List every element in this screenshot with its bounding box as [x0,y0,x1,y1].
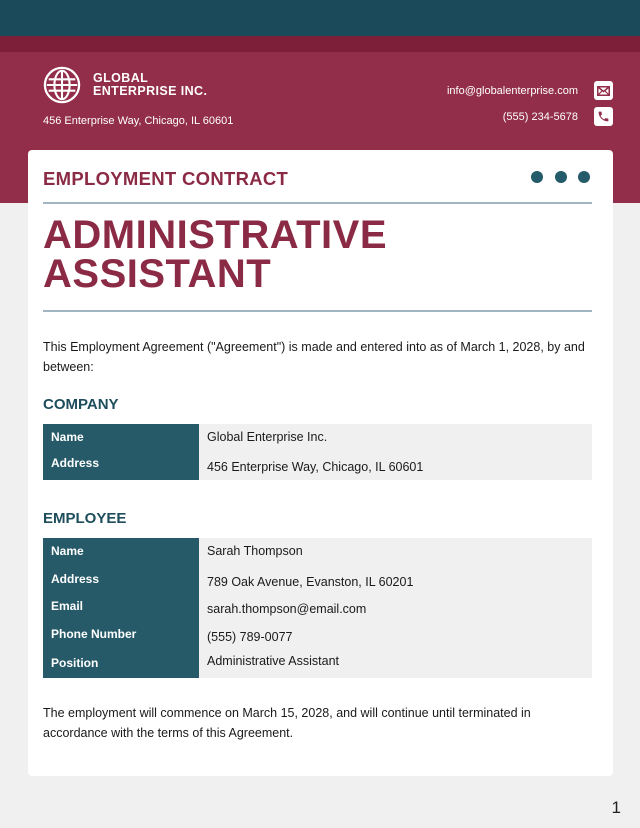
phone-icon [594,107,613,126]
label-column: Name Address Email Phone Number Position [43,538,199,678]
row-label: Phone Number [51,626,137,641]
accent-color-band [0,36,640,52]
decorative-dots [531,171,602,183]
row-label: Name [51,430,84,444]
value-column: Sarah Thompson 789 Oak Avenue, Evanston,… [199,538,592,678]
divider [43,202,592,204]
envelope-icon [594,81,613,100]
company-address: 456 Enterprise Way, Chicago, IL 60601 [43,115,234,127]
row-value: Sarah Thompson [207,544,303,558]
value-column: Global Enterprise Inc. 456 Enterprise Wa… [199,424,592,480]
company-name-line2: ENTERPRISE INC. [93,84,208,98]
row-label: Email [51,599,84,613]
employee-section-title: EMPLOYEE [43,510,127,527]
dot-icon [554,171,567,183]
page-number: 1 [611,798,621,817]
company-name: GLOBAL ENTERPRISE INC. [93,72,207,98]
row-value: Administrative Assistant [207,654,339,668]
label-column: Name Address [43,424,199,480]
dot-icon [578,171,590,183]
row-label: Position [51,656,99,670]
job-title-line2: ASSISTANT [43,252,272,296]
intro-paragraph: This Employment Agreement ("Agreement") … [43,340,585,374]
contact-phone: (555) 234-5678 [503,107,613,126]
row-value: (555) 789-0077 [207,629,293,644]
globe-icon [43,66,81,104]
job-title-line1: ADMINISTRATIVE [43,213,388,257]
top-color-band [0,0,640,36]
company-logo: GLOBAL ENTERPRISE INC. [43,66,207,104]
row-label: Address [51,456,100,470]
row-value: 456 Enterprise Way, Chicago, IL 60601 [207,460,424,474]
employee-info-table: Name Address Email Phone Number Position… [43,538,592,678]
row-value: 789 Oak Avenue, Evanston, IL 60201 [207,574,414,589]
row-value: sarah.thompson@email.com [207,602,367,616]
row-label: Name [51,544,84,558]
phone-text[interactable]: (555) 234-5678 [503,111,578,123]
contract-page: EMPLOYMENT CONTRACT ADMINISTRATIVE ASSIS… [28,150,613,776]
company-section-title: COMPANY [43,396,119,413]
email-text[interactable]: info@globalenterprise.com [447,85,578,97]
dot-icon [531,171,543,183]
contact-email: info@globalenterprise.com [447,81,613,100]
row-value: Global Enterprise Inc. [207,430,328,444]
job-title: ADMINISTRATIVE ASSISTANT [43,213,388,296]
row-label: Address [51,571,100,586]
company-info-table: Name Address Global Enterprise Inc. 456 … [43,424,592,480]
closing-paragraph: The employment will commence on March 15… [43,706,531,740]
document-type-label: EMPLOYMENT CONTRACT [43,168,289,189]
divider [43,310,592,312]
